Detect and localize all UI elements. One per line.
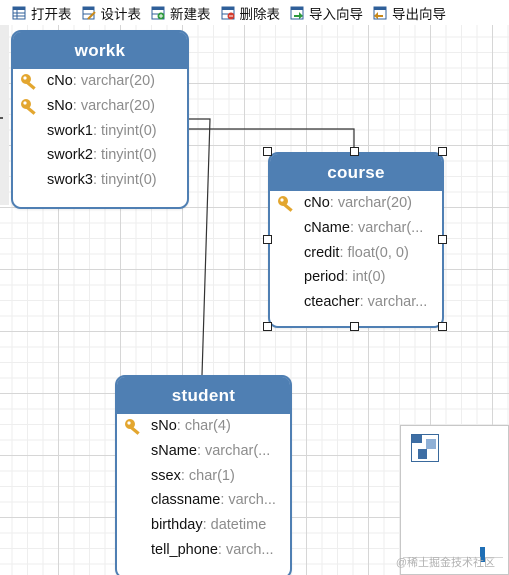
field-type: : tinyint(0)	[92, 172, 157, 189]
field-name: birthday	[151, 517, 203, 534]
resize-handle-right[interactable]	[438, 235, 447, 244]
field-row[interactable]: sNo: char(4)	[117, 414, 290, 439]
import-wizard-icon	[290, 6, 304, 20]
primary-key-icon	[20, 73, 40, 91]
field-type: : varch...	[217, 541, 274, 558]
field-row[interactable]: cNo: varchar(20)	[13, 69, 187, 94]
field-name: cName	[304, 219, 350, 236]
field-row[interactable]: tell_phone: varch...	[117, 538, 290, 563]
relation-workk-student	[187, 118, 211, 376]
field-type: : tinyint(0)	[92, 122, 157, 139]
primary-key-icon	[277, 195, 297, 213]
field-name: swork3	[47, 172, 93, 189]
field-row[interactable]: birthday: datetime	[117, 513, 290, 538]
entity-workk[interactable]: workk cNo: varchar(20) sNo: varchar(20) …	[11, 30, 189, 209]
entity-course[interactable]: course cNo: varchar(20) cName: varchar(.…	[268, 152, 444, 328]
design-table-icon	[82, 6, 96, 20]
field-type: : varchar...	[359, 294, 428, 311]
field-row[interactable]: sName: varchar(...	[117, 439, 290, 464]
open-table-icon	[12, 6, 26, 20]
field-name: classname	[151, 492, 221, 509]
field-row[interactable]: swork2: tinyint(0)	[13, 143, 187, 168]
field-type: : char(1)	[180, 467, 235, 484]
delete-table-label: 删除表	[239, 6, 281, 22]
minimap-entity	[412, 435, 422, 443]
field-type: : varchar(20)	[72, 97, 155, 114]
primary-key-icon	[20, 98, 40, 116]
minimap-entity	[418, 449, 427, 459]
watermark: @稀土掘金技术社区	[395, 557, 495, 569]
field-name: cNo	[304, 195, 330, 211]
export-wizard-label: 导出向导	[392, 6, 446, 22]
field-name: credit	[304, 244, 340, 261]
resize-handle-bottom[interactable]	[350, 322, 359, 331]
field-type: : varch...	[220, 492, 276, 509]
field-type: : int(0)	[344, 269, 386, 286]
open-table-label: 打开表	[31, 6, 72, 22]
delete-table-icon	[221, 6, 235, 20]
toolbar: 打开表 设计表 新建表 删除表 导入向导 导出向导	[0, 0, 509, 25]
import-wizard-button[interactable]: 导入向导	[290, 2, 363, 24]
field-row[interactable]: swork3: tinyint(0)	[13, 168, 187, 193]
field-type: : datetime	[202, 517, 267, 534]
field-row[interactable]: ssex: char(1)	[117, 464, 290, 489]
new-table-button[interactable]: 新建表	[151, 2, 211, 24]
resize-handle-top-right[interactable]	[438, 147, 447, 156]
entity-title: student	[117, 377, 290, 414]
field-name: ssex	[151, 467, 181, 484]
field-name: swork2	[47, 147, 93, 164]
primary-key-icon	[124, 418, 144, 436]
open-table-button[interactable]: 打开表	[12, 2, 72, 24]
field-row[interactable]: cName: varchar(...	[270, 216, 442, 241]
field-name: sName	[151, 442, 197, 459]
field-row[interactable]: sNo: varchar(20)	[13, 94, 187, 119]
field-row[interactable]: cNo: varchar(20)	[270, 191, 442, 216]
field-name: swork1	[47, 122, 93, 139]
design-table-button[interactable]: 设计表	[82, 2, 142, 24]
field-name: period	[304, 269, 345, 286]
field-row[interactable]: period: int(0)	[270, 265, 442, 290]
field-row[interactable]: credit: float(0, 0)	[270, 241, 442, 266]
field-name: sNo	[151, 418, 177, 434]
field-type: : float(0, 0)	[339, 244, 409, 261]
resize-handle-top-left[interactable]	[263, 147, 272, 156]
field-name: sNo	[47, 97, 73, 114]
minimap-entity	[426, 439, 436, 449]
field-type: : varchar(20)	[72, 73, 155, 89]
field-name: tell_phone	[151, 541, 218, 558]
field-type: : tinyint(0)	[92, 147, 157, 164]
field-row[interactable]: cteacher: varchar...	[270, 290, 442, 315]
field-row[interactable]: swork1: tinyint(0)	[13, 119, 187, 144]
new-table-label: 新建表	[170, 6, 211, 22]
resize-handle-top[interactable]	[350, 147, 359, 156]
delete-table-button[interactable]: 删除表	[221, 2, 281, 24]
er-diagram-canvas[interactable]: workk cNo: varchar(20) sNo: varchar(20) …	[0, 25, 509, 575]
import-wizard-label: 导入向导	[309, 6, 363, 22]
entity-title: workk	[13, 32, 187, 69]
resize-handle-bottom-left[interactable]	[263, 322, 272, 331]
field-name: cNo	[47, 73, 73, 89]
entity-student[interactable]: student sNo: char(4) sName: varchar(... …	[115, 375, 292, 575]
field-type: : varchar(20)	[329, 195, 412, 211]
field-type: : char(4)	[176, 418, 231, 434]
new-table-icon	[151, 6, 165, 20]
export-wizard-icon	[373, 6, 387, 20]
resize-handle-bottom-right[interactable]	[438, 322, 447, 331]
field-row[interactable]: classname: varch...	[117, 488, 290, 513]
field-type: : varchar(...	[196, 442, 271, 459]
field-name: cteacher	[304, 294, 360, 311]
field-type: : varchar(...	[349, 219, 424, 236]
export-wizard-button[interactable]: 导出向导	[373, 2, 446, 24]
design-table-label: 设计表	[100, 6, 142, 22]
resize-handle-left[interactable]	[263, 235, 272, 244]
minimap[interactable]	[400, 425, 509, 575]
entity-title: course	[270, 154, 442, 191]
